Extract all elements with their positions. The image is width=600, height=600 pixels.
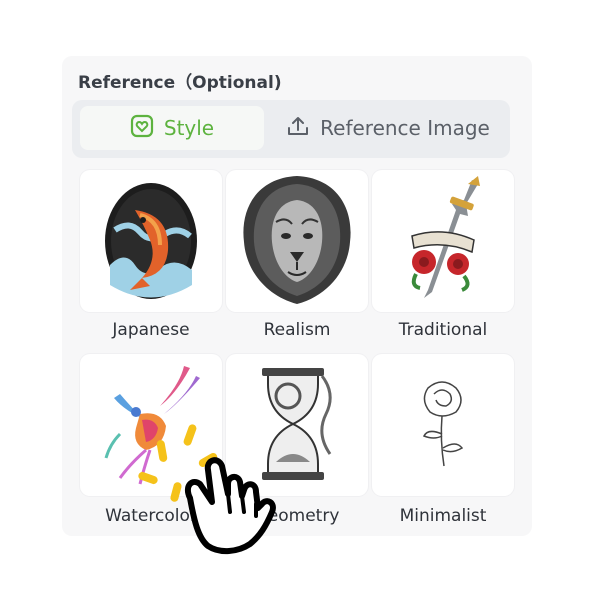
style-card-japanese[interactable] bbox=[80, 170, 222, 312]
upload-icon bbox=[286, 114, 310, 143]
pointing-hand-cursor-icon bbox=[138, 412, 298, 567]
dagger-tattoo-image bbox=[411, 176, 480, 298]
tab-style-label: Style bbox=[163, 116, 215, 140]
style-label-minimalist: Minimalist bbox=[399, 506, 487, 526]
style-label-traditional: Traditional bbox=[398, 320, 488, 340]
lion-tattoo-image bbox=[243, 176, 351, 304]
tab-reference-image-label: Reference Image bbox=[320, 116, 490, 140]
tab-style[interactable]: Style bbox=[80, 106, 264, 150]
style-card-realism[interactable] bbox=[226, 170, 368, 312]
style-label-japanese: Japanese bbox=[112, 320, 190, 340]
tab-bar: Style Reference Image bbox=[72, 100, 510, 158]
section-title: Reference（Optional) bbox=[78, 73, 282, 93]
style-label-realism: Realism bbox=[263, 320, 331, 340]
tab-reference-image[interactable]: Reference Image bbox=[272, 106, 504, 150]
heart-square-icon bbox=[130, 114, 154, 143]
style-card-minimalist[interactable] bbox=[372, 354, 514, 496]
style-card-traditional[interactable] bbox=[372, 170, 514, 312]
rose-tattoo-image bbox=[422, 381, 464, 467]
koi-fish-tattoo-image bbox=[105, 183, 197, 299]
